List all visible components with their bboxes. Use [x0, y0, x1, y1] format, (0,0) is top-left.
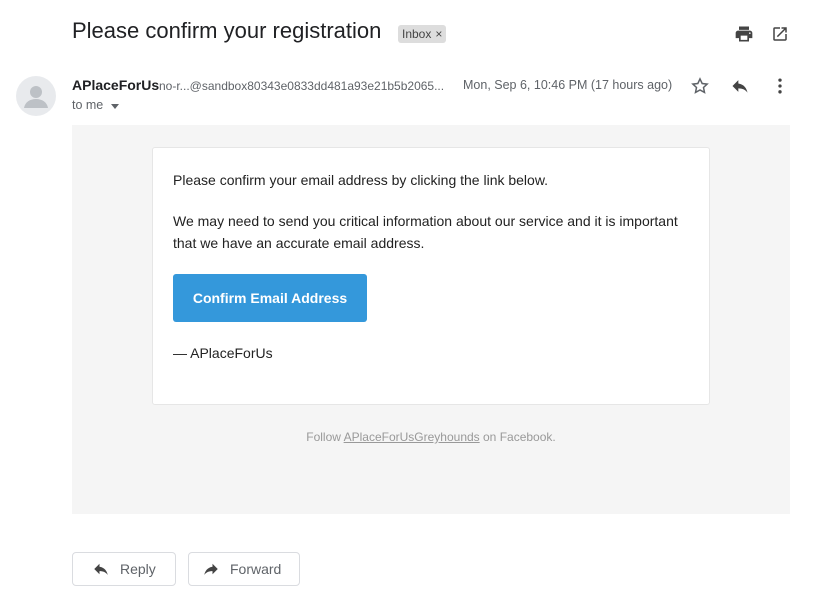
person-avatar-icon	[24, 86, 48, 108]
footer-suffix: on Facebook.	[479, 430, 556, 444]
sender-avatar[interactable]	[16, 76, 56, 116]
facebook-link[interactable]: APlaceForUsGreyhounds	[344, 430, 480, 444]
body-line-2: We may need to send you critical informa…	[173, 213, 678, 251]
forward-button[interactable]: Forward	[188, 552, 300, 586]
sender-name[interactable]: APlaceForUs	[72, 77, 159, 93]
reply-button[interactable]: Reply	[72, 552, 176, 586]
confirm-email-button[interactable]: Confirm Email Address	[173, 274, 367, 322]
email-view: Please confirm your registration Inbox ×…	[0, 0, 815, 609]
chevron-down-icon	[111, 103, 120, 109]
recipient-details-toggle[interactable]: to me	[72, 98, 120, 112]
recipient-text: to me	[72, 98, 104, 112]
footer-prefix: Follow	[306, 430, 344, 444]
open-in-new-window-icon[interactable]	[768, 22, 792, 46]
sender-email: no-r...@sandbox80343e0833dd481a93e21b5b2…	[159, 79, 445, 93]
inbox-label-chip: Inbox ×	[398, 25, 447, 43]
reply-label: Reply	[120, 561, 156, 577]
forward-label: Forward	[230, 561, 282, 577]
email-subject: Please confirm your registration	[72, 18, 382, 43]
email-signature: — APlaceForUs	[173, 345, 273, 361]
more-vert-icon[interactable]	[768, 74, 792, 98]
email-date: Mon, Sep 6, 10:46 PM (17 hours ago)	[463, 78, 673, 92]
label-text: Inbox	[402, 27, 432, 41]
star-icon[interactable]	[688, 74, 712, 98]
print-icon[interactable]	[732, 22, 756, 46]
reply-icon[interactable]	[728, 74, 752, 98]
forward-icon	[201, 559, 221, 579]
email-footer: Follow APlaceForUsGreyhounds on Facebook…	[72, 430, 790, 444]
reply-icon	[91, 559, 111, 579]
email-content-card: Please confirm your email address by cli…	[152, 147, 710, 405]
remove-label-icon[interactable]: ×	[435, 25, 442, 43]
body-line-1: Please confirm your email address by cli…	[173, 172, 549, 188]
